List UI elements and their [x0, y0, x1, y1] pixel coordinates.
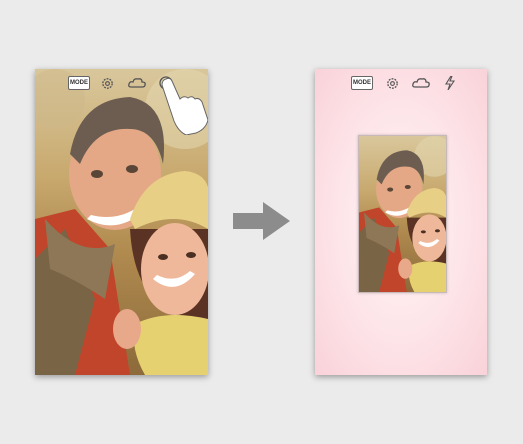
- mode-button-label: MODE: [68, 76, 90, 90]
- mode-button-label: MODE: [351, 76, 373, 90]
- camera-toolbar: MODE: [315, 75, 487, 93]
- settings-icon[interactable]: [384, 75, 400, 91]
- right-arrow-icon: [233, 202, 290, 240]
- settings-icon[interactable]: [99, 75, 115, 91]
- result-screen: MODE: [315, 69, 487, 375]
- mode-button[interactable]: MODE: [68, 75, 90, 91]
- cloud-icon[interactable]: [126, 75, 148, 91]
- photo-thumbnail[interactable]: [358, 135, 447, 293]
- tap-hand-icon: [161, 77, 208, 135]
- camera-preview-screen: MODE: [35, 69, 208, 375]
- flash-icon[interactable]: [443, 75, 457, 91]
- cloud-icon[interactable]: [410, 75, 432, 91]
- couple-photo: [359, 136, 446, 292]
- mode-button[interactable]: MODE: [351, 75, 373, 91]
